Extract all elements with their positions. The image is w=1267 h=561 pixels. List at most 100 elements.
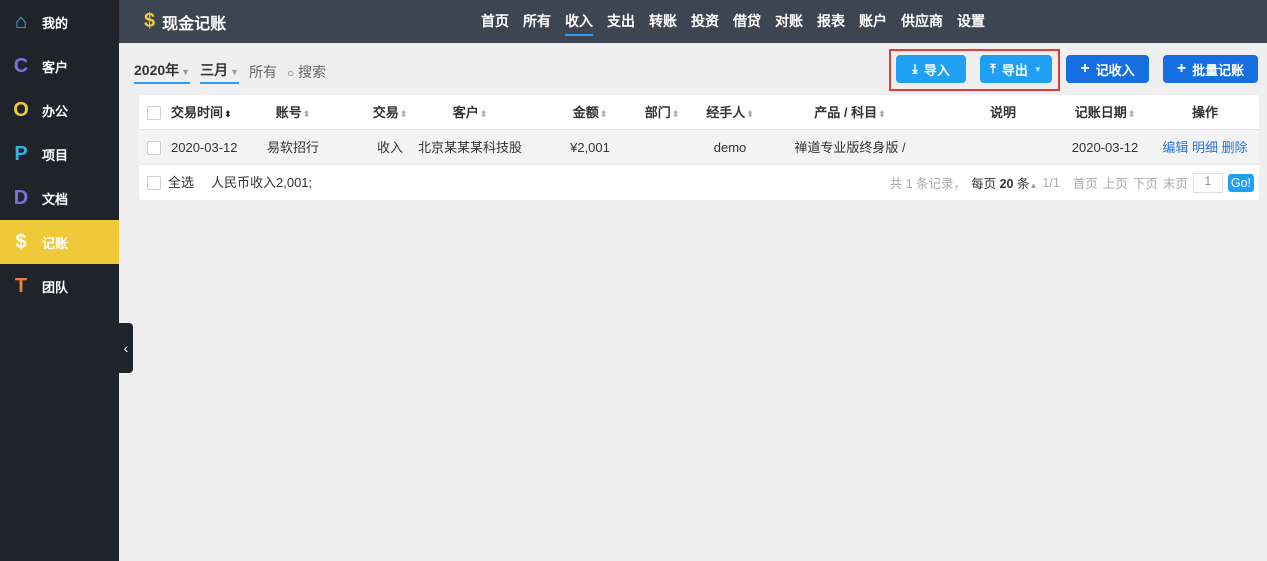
table-footer: 全选 人民币收入2,001; 共 1 条记录， 每页 20 条▲ 1/1 首页 …: [139, 165, 1259, 200]
top-bar: $ 现金记账 首页 所有 收入 支出 转账 投资 借贷 对账 报表 账户 供应商 设置: [119, 0, 1267, 43]
letter-p-icon: P: [14, 142, 28, 165]
edit-link[interactable]: 编辑: [1162, 140, 1188, 155]
nav-item-9[interactable]: 账户: [852, 0, 894, 43]
search-icon: ○: [287, 66, 295, 80]
per-page-dropdown[interactable]: 每页 20 条▲: [971, 173, 1037, 192]
page-indicator: 1/1: [1042, 175, 1060, 190]
nav-item-11[interactable]: 设置: [950, 0, 992, 43]
cell-date: 2020-03-12: [171, 140, 238, 155]
summary-text: 人民币收入2,001;: [211, 175, 313, 190]
table-header: 交易时间⬍ 账号⬍ 交易⬍ 客户⬍ 金额⬍ 部门⬍ 经手人⬍ 产品 / 科目⬍ 说明 记账日期⬍ 操…: [139, 95, 1259, 130]
sort-icon: ⬍: [599, 109, 608, 119]
cell-record-date: 2020-03-12: [1071, 140, 1139, 155]
nav-item-7[interactable]: 对账: [768, 0, 810, 43]
sidebar: ⌂ 我的 C 客户 O 办公 P 项目 D 文档 $ 记账 T 团队: [0, 0, 119, 561]
letter-d-icon: D: [13, 186, 29, 209]
sort-icon: ⬍: [399, 109, 408, 119]
pager-total: 共 1 条记录，: [889, 177, 967, 191]
sidebar-item-2[interactable]: O 办公: [0, 88, 119, 132]
table-row: 2020-03-12 易软招行 收入 北京某某某科技股 ¥2,001 demo …: [139, 130, 1259, 165]
sort-icon: ⬍: [1127, 109, 1136, 119]
dollar-icon: $: [15, 230, 27, 253]
app-title: $ 现金记账: [144, 10, 227, 33]
sort-icon: ⬍: [302, 109, 311, 119]
column-header-5[interactable]: 部门⬍: [632, 95, 692, 132]
letter-o-icon: O: [13, 98, 29, 121]
sidebar-item-1[interactable]: C 客户: [0, 44, 119, 88]
column-header-6[interactable]: 经手人⬍: [690, 95, 770, 132]
sort-icon: ⬍: [746, 109, 754, 119]
income-table: 交易时间⬍ 账号⬍ 交易⬍ 客户⬍ 金额⬍ 部门⬍ 经手人⬍ 产品 / 科目⬍ 说明 记账日期⬍ 操…: [139, 95, 1259, 200]
cell-product: 禅道专业版终身版 /: [794, 140, 906, 155]
sort-icon: ⬍: [671, 109, 680, 119]
column-header-3[interactable]: 客户⬍: [410, 95, 530, 132]
sidebar-item-6[interactable]: T 团队: [0, 264, 119, 308]
cell-amount: ¥2,001: [570, 140, 610, 155]
cell-account: 易软招行: [266, 140, 319, 155]
cell-ops: 编辑 明细 删除: [1155, 130, 1255, 165]
column-header-8: 说明: [989, 105, 1016, 120]
batch-record-button[interactable]: + 批量记账: [1163, 55, 1258, 83]
cell-customer: 北京某某某科技股: [417, 140, 522, 155]
nav-item-4[interactable]: 转账: [642, 0, 684, 43]
highlight-box: [889, 49, 1060, 91]
select-all-header-checkbox[interactable]: [147, 106, 161, 120]
row-checkbox[interactable]: [147, 141, 161, 155]
sidebar-item-label: 文档: [42, 191, 69, 207]
select-all-label[interactable]: 全选: [168, 165, 194, 200]
main-nav: 首页 所有 收入 支出 转账 投资 借贷 对账 报表 账户 供应商 设置: [474, 0, 992, 43]
sort-icon: ⬍: [479, 109, 488, 119]
sort-icon: ⬍: [224, 109, 232, 119]
sidebar-item-5[interactable]: $ 记账: [0, 220, 119, 264]
nav-item-8[interactable]: 报表: [810, 0, 852, 43]
caret-up-icon: ▲: [1029, 181, 1038, 190]
go-button[interactable]: Go!: [1227, 173, 1254, 192]
caret-down-icon: ▼: [230, 67, 239, 77]
page-input[interactable]: 1: [1192, 172, 1223, 193]
add-income-button[interactable]: + 记收入: [1066, 55, 1149, 83]
nav-item-10[interactable]: 供应商: [894, 0, 950, 43]
plus-icon: +: [1176, 60, 1187, 77]
column-header-0[interactable]: 交易时间⬍: [171, 95, 232, 132]
letter-t-icon: T: [14, 274, 28, 297]
first-page[interactable]: 首页: [1073, 173, 1098, 192]
sidebar-item-3[interactable]: P 项目: [0, 132, 119, 176]
sort-icon: ⬍: [878, 109, 886, 119]
sidebar-item-label: 我的: [42, 15, 69, 31]
select-all-checkbox[interactable]: [147, 176, 161, 190]
detail-link[interactable]: 明细: [1192, 140, 1218, 155]
nav-item-5[interactable]: 投资: [684, 0, 726, 43]
year-dropdown[interactable]: 2020年 ▼: [134, 60, 191, 84]
sidebar-item-label: 办公: [42, 103, 69, 119]
letter-c-icon: C: [13, 54, 29, 77]
sidebar-item-label: 项目: [42, 147, 69, 163]
nav-item-3[interactable]: 支出: [600, 0, 642, 43]
sidebar-item-0[interactable]: ⌂ 我的: [0, 0, 119, 44]
cell-handler: demo: [713, 140, 747, 155]
pager: 共 1 条记录， 每页 20 条▲ 1/1 首页 上页 下页 末页 1 Go!: [890, 165, 1254, 200]
nav-item-2[interactable]: 收入: [558, 0, 600, 43]
nav-item-1[interactable]: 所有: [516, 0, 558, 43]
caret-down-icon: ▼: [181, 67, 191, 77]
nav-item-0[interactable]: 首页: [474, 0, 516, 43]
sidebar-item-4[interactable]: D 文档: [0, 176, 119, 220]
plus-icon: +: [1080, 60, 1090, 77]
last-page[interactable]: 末页: [1163, 173, 1188, 192]
month-dropdown[interactable]: 三月 ▼: [200, 60, 239, 84]
column-header-9[interactable]: 记账日期⬍: [1065, 95, 1145, 132]
all-filter[interactable]: 所有: [249, 62, 277, 82]
collapse-sidebar-button[interactable]: ‹: [119, 323, 133, 373]
sidebar-item-label: 团队: [42, 279, 69, 295]
nav-item-6[interactable]: 借贷: [726, 0, 768, 43]
next-page[interactable]: 下页: [1133, 173, 1158, 192]
delete-link[interactable]: 删除: [1222, 140, 1248, 155]
search-button[interactable]: ○ 搜索: [287, 62, 326, 82]
column-header-10: 操作: [1191, 105, 1218, 120]
filter-bar: 2020年 ▼ 三月 ▼ 所有 ○ 搜索: [134, 60, 326, 84]
prev-page[interactable]: 上页: [1103, 173, 1128, 192]
sidebar-item-label: 记账: [42, 235, 69, 251]
column-header-7[interactable]: 产品 / 科目⬍: [770, 95, 930, 132]
sidebar-item-label: 客户: [42, 59, 69, 75]
column-header-1[interactable]: 账号⬍: [253, 95, 333, 132]
column-header-4[interactable]: 金额⬍: [550, 95, 630, 132]
